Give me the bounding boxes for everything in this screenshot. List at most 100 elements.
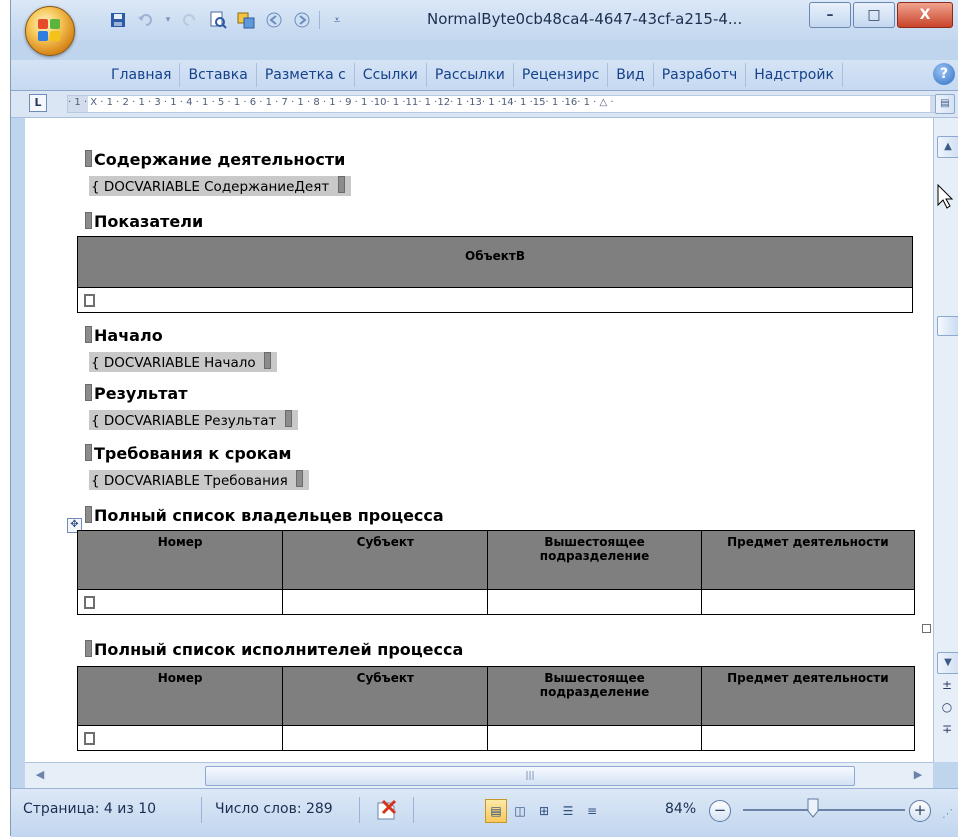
web-layout-view-button[interactable]: ⊞ bbox=[533, 799, 555, 823]
vertical-scroll-thumb[interactable] bbox=[937, 316, 958, 336]
quick-access-toolbar: ▾ ⩡ bbox=[107, 8, 348, 32]
table-process-owners[interactable]: Номер Субъект Вышестоящее подразделение … bbox=[76, 530, 916, 615]
tab-home[interactable]: Главная bbox=[103, 63, 181, 87]
docvariable-field[interactable]: { DOCVARIABLE Требования bbox=[89, 470, 310, 490]
table-indicators[interactable]: ОбъектВ bbox=[77, 236, 913, 313]
table-header-row: Номер Субъект Вышестоящее подразделение … bbox=[76, 666, 916, 726]
view-ruler-toggle[interactable]: ▤ bbox=[935, 94, 955, 114]
outline-view-button[interactable]: ☰ bbox=[557, 799, 579, 823]
tab-page-layout[interactable]: Разметка с bbox=[257, 63, 355, 87]
redo-icon[interactable] bbox=[179, 9, 201, 31]
paragraph-marker bbox=[85, 150, 92, 167]
word-window: ▾ ⩡ NormalByte0cb48ca4-4647-43cf-a215-4.… bbox=[10, 0, 958, 837]
heading-time-requirements: Требования к срокам bbox=[85, 444, 292, 463]
translate-icon[interactable] bbox=[235, 9, 257, 31]
table-cell[interactable] bbox=[76, 725, 284, 751]
heading-result: Результат bbox=[85, 384, 187, 403]
next-page-button[interactable]: ∓ bbox=[937, 720, 957, 738]
word-count[interactable]: Число слов: 289 bbox=[215, 801, 333, 817]
table-header-row: ОбъектВ bbox=[77, 236, 913, 288]
table-header-cell: Предмет деятельности bbox=[700, 666, 916, 726]
end-of-cell-marker bbox=[84, 294, 95, 307]
page-counter[interactable]: Страница: 4 из 10 bbox=[23, 801, 156, 817]
minimize-button[interactable]: – bbox=[809, 2, 851, 28]
status-separator bbox=[359, 797, 360, 823]
select-browse-object-button[interactable]: ○ bbox=[937, 698, 957, 716]
table-cell[interactable] bbox=[487, 589, 702, 615]
title-bar: ▾ ⩡ NormalByte0cb48ca4-4647-43cf-a215-4.… bbox=[11, 0, 958, 40]
resize-grip-icon[interactable]: ⋰ bbox=[942, 807, 953, 820]
table-cell[interactable] bbox=[76, 589, 284, 615]
draft-view-button[interactable]: ≡ bbox=[581, 799, 603, 823]
table-cell[interactable] bbox=[77, 287, 913, 313]
heading-process-owners: Полный список владельцев процесса bbox=[85, 506, 444, 525]
heading-indicators: Показатели bbox=[85, 212, 203, 231]
table-cell[interactable] bbox=[282, 725, 489, 751]
table-cell[interactable] bbox=[487, 725, 702, 751]
print-preview-icon[interactable] bbox=[207, 9, 229, 31]
tab-review[interactable]: Рецензирс bbox=[514, 63, 609, 87]
horizontal-ruler[interactable]: · 1 · X · 1 · 2 · 1 · 3 · 1 · 4 · 1 · 5 … bbox=[67, 95, 949, 113]
table-resize-handle[interactable] bbox=[922, 624, 931, 633]
window-title: NormalByte0cb48ca4-4647-43cf-a215-4... bbox=[427, 10, 743, 28]
zoom-in-button[interactable]: + bbox=[909, 800, 931, 822]
tab-addins[interactable]: Надстройк bbox=[746, 63, 843, 87]
ribbon-tab-list: Главная Вставка Разметка с Ссылки Рассыл… bbox=[103, 63, 843, 87]
print-layout-view-button[interactable]: ▤ bbox=[485, 799, 507, 823]
save-icon[interactable] bbox=[107, 9, 129, 31]
scroll-down-button[interactable]: ▼ bbox=[937, 652, 958, 674]
heading-process-executors: Полный список исполнителей процесса bbox=[85, 640, 463, 659]
customize-icon[interactable]: ⩡ bbox=[326, 9, 348, 31]
previous-page-button[interactable]: ± bbox=[937, 676, 957, 694]
zoom-out-button[interactable]: − bbox=[709, 800, 731, 822]
proofing-status-icon[interactable] bbox=[375, 797, 401, 825]
ruler-scale: · 1 · X · 1 · 2 · 1 · 3 · 1 · 4 · 1 · 5 … bbox=[68, 97, 614, 108]
ruler-bar: L · 1 · X · 1 · 2 · 1 · 3 · 1 · 4 · 1 · … bbox=[11, 91, 958, 118]
tab-developer[interactable]: Разработч bbox=[654, 63, 747, 87]
heading-activity-content: Содержание деятельности bbox=[85, 150, 345, 169]
full-screen-reading-view-button[interactable]: ◫ bbox=[509, 799, 531, 823]
document-page[interactable]: Содержание деятельности { DOCVARIABLE Со… bbox=[25, 118, 933, 762]
scroll-right-button[interactable]: ▶ bbox=[909, 766, 927, 784]
paragraph-marker bbox=[85, 212, 92, 229]
scroll-left-button[interactable]: ◀ bbox=[31, 766, 49, 784]
zoom-slider-track[interactable] bbox=[743, 809, 905, 811]
vertical-scrollbar[interactable]: ▲ ▼ ± ○ ∓ bbox=[933, 118, 958, 762]
horizontal-scrollbar[interactable]: ◀ ||| ▶ bbox=[25, 762, 933, 789]
tab-view[interactable]: Вид bbox=[608, 63, 654, 87]
back-icon[interactable] bbox=[263, 9, 285, 31]
maximize-button[interactable]: □ bbox=[853, 2, 895, 28]
office-logo-icon bbox=[38, 19, 62, 43]
undo-dropdown-icon[interactable]: ▾ bbox=[163, 9, 173, 31]
end-of-cell-marker bbox=[84, 732, 95, 745]
table-cell[interactable] bbox=[282, 589, 489, 615]
zoom-level[interactable]: 84% bbox=[665, 801, 696, 817]
scroll-up-button[interactable]: ▲ bbox=[937, 136, 958, 158]
tab-references[interactable]: Ссылки bbox=[355, 63, 427, 87]
table-cell[interactable] bbox=[700, 589, 916, 615]
table-header-cell: Предмет деятельности bbox=[700, 530, 916, 590]
undo-icon[interactable] bbox=[135, 9, 157, 31]
table-header-row: Номер Субъект Вышестоящее подразделение … bbox=[76, 530, 916, 590]
heading-start: Начало bbox=[85, 326, 163, 345]
window-controls: – □ X bbox=[809, 2, 953, 28]
docvariable-field[interactable]: { DOCVARIABLE Начало bbox=[89, 352, 277, 372]
forward-icon[interactable] bbox=[291, 9, 313, 31]
table-header-cell: Номер bbox=[76, 666, 284, 726]
end-of-cell-marker bbox=[84, 596, 95, 609]
table-process-executors[interactable]: Номер Субъект Вышестоящее подразделение … bbox=[76, 666, 916, 751]
docvariable-field[interactable]: { DOCVARIABLE Результат bbox=[89, 410, 298, 430]
close-button[interactable]: X bbox=[897, 2, 953, 28]
office-button[interactable] bbox=[25, 6, 75, 56]
zoom-slider-thumb[interactable] bbox=[807, 798, 819, 818]
field-end-marker bbox=[264, 352, 271, 369]
table-header-cell: Субъект bbox=[282, 666, 489, 726]
help-icon[interactable]: ? bbox=[933, 63, 955, 85]
horizontal-scroll-thumb[interactable]: ||| bbox=[205, 766, 855, 786]
tab-selector-button[interactable]: L bbox=[29, 94, 47, 112]
table-cell[interactable] bbox=[700, 725, 916, 751]
paragraph-marker bbox=[85, 326, 92, 343]
tab-insert[interactable]: Вставка bbox=[180, 63, 257, 87]
tab-mailings[interactable]: Рассылки bbox=[427, 63, 514, 87]
docvariable-field[interactable]: { DOCVARIABLE СодержаниеДеят bbox=[89, 176, 351, 196]
